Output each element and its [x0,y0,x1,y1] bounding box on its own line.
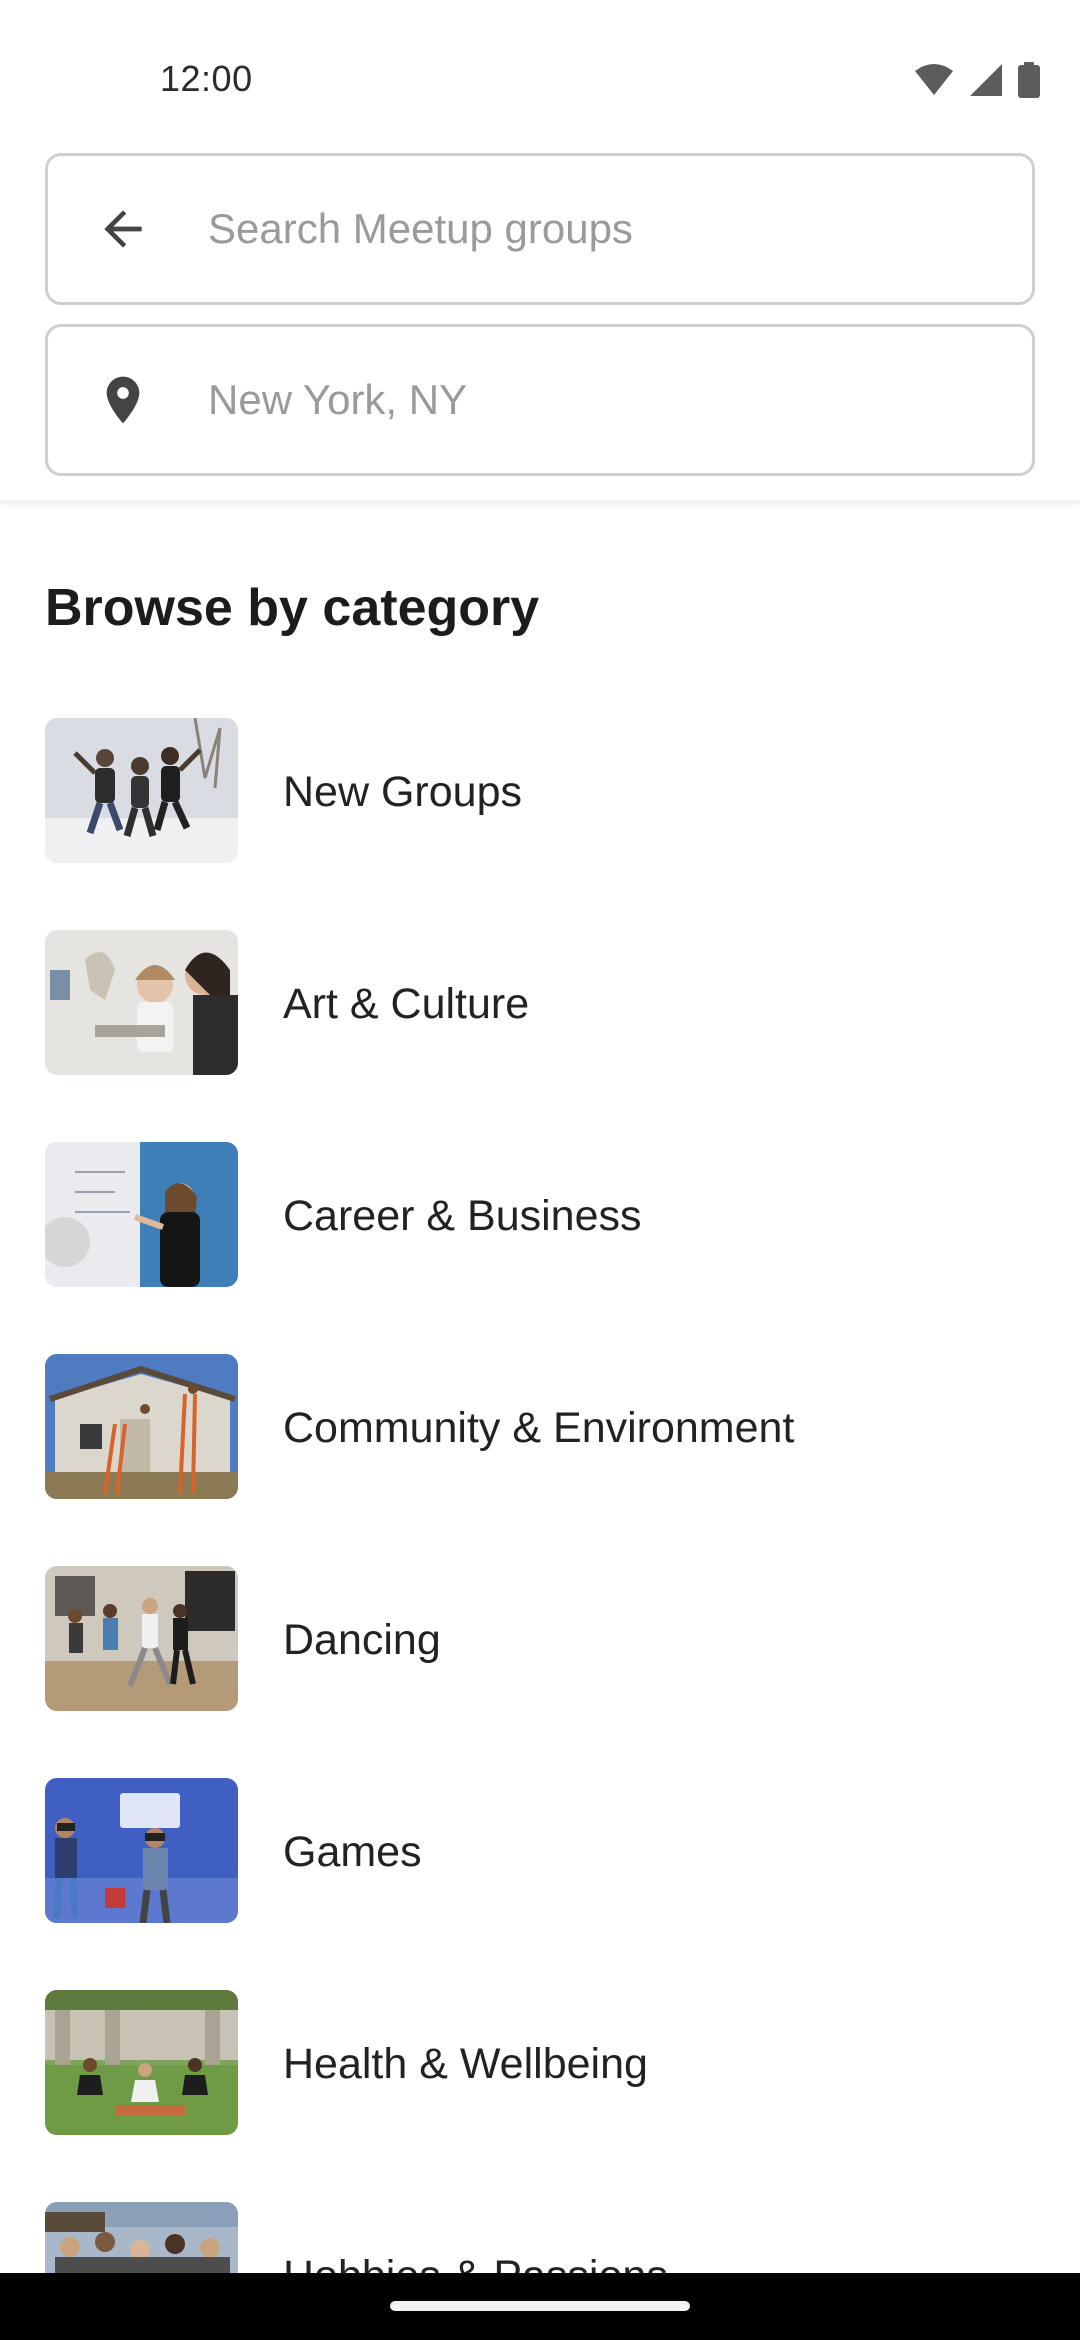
dance-class-photo [45,1566,238,1711]
people-jumping-photo [45,718,238,863]
search-input[interactable] [208,189,968,269]
category-item-new-groups[interactable]: New Groups [0,718,1080,930]
category-list: New Groups Art & Culture Career & Busine… [0,718,1080,2340]
category-item-games[interactable]: Games [0,1778,1080,1990]
category-label: Games [283,1828,422,1876]
category-item-health-wellbeing[interactable]: Health & Wellbeing [0,1990,1080,2202]
status-time: 12:00 [160,58,253,99]
search-field[interactable] [45,153,1035,305]
status-icons [914,62,1040,103]
location-input[interactable] [208,360,968,440]
home-gesture-handle[interactable] [390,2301,690,2311]
house-building-photo [45,1354,238,1499]
status-bar: 12:00 [0,0,1080,150]
category-item-dancing[interactable]: Dancing [0,1566,1080,1778]
wifi-icon [914,63,954,102]
category-item-community-environment[interactable]: Community & Environment [0,1354,1080,1566]
art-class-photo [45,930,238,1075]
category-label: New Groups [283,768,522,816]
battery-icon [1018,62,1040,103]
location-field[interactable] [45,324,1035,476]
category-label: Community & Environment [283,1404,795,1452]
category-label: Dancing [283,1616,441,1664]
vr-gaming-photo [45,1778,238,1923]
location-pin-icon [88,365,158,435]
arrow-back-icon[interactable] [88,194,158,264]
whiteboard-presentation-photo [45,1142,238,1287]
category-item-career-business[interactable]: Career & Business [0,1142,1080,1354]
category-label: Career & Business [283,1192,642,1240]
category-label: Health & Wellbeing [283,2040,648,2088]
screen: 12:00 Browse by category [0,0,1080,2340]
category-item-art-culture[interactable]: Art & Culture [0,930,1080,1142]
cellular-signal-icon [968,63,1004,102]
outdoor-yoga-photo [45,1990,238,2135]
section-title: Browse by category [45,579,540,637]
category-label: Art & Culture [283,980,530,1028]
navigation-bar [0,2273,1080,2340]
